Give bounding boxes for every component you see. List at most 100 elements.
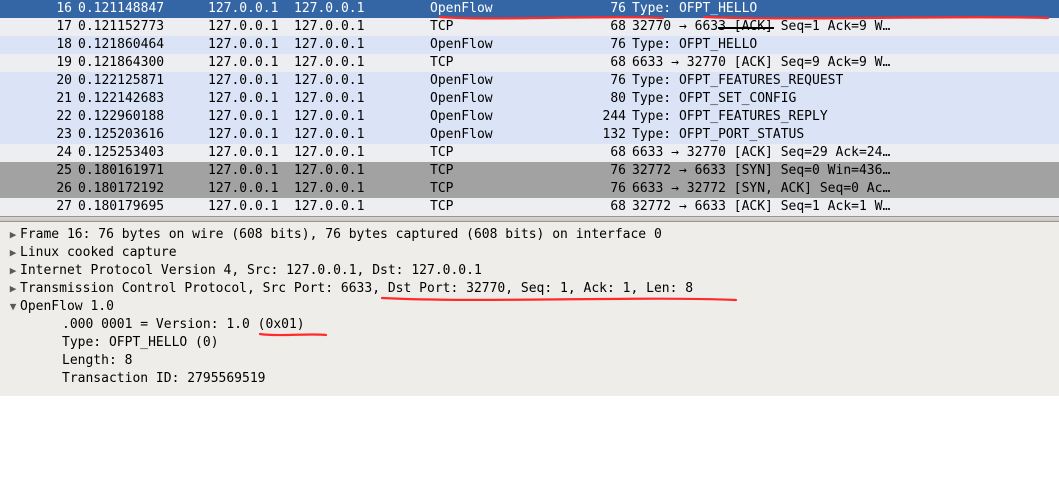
destination-cell: 127.0.0.1 [294,162,394,180]
protocol-cell: TCP [394,54,574,72]
no-cell: 26 [18,180,72,198]
packet-row[interactable]: 250.180161971127.0.0.1127.0.0.1TCP763277… [0,162,1059,180]
no-cell: 18 [18,36,72,54]
packet-row[interactable]: 260.180172192127.0.0.1127.0.0.1TCP766633… [0,180,1059,198]
expand-icon[interactable]: ▶ [6,228,20,243]
no-cell: 25 [18,162,72,180]
openflow-version[interactable]: .000 0001 = Version: 1.0 (0x01) [6,316,1059,334]
packet-row[interactable]: 190.121864300127.0.0.1127.0.0.1TCP686633… [0,54,1059,72]
time-cell: 0.180172192 [72,180,194,198]
openflow-length[interactable]: Length: 8 [6,352,1059,370]
time-cell: 0.122142683 [72,90,194,108]
info-cell: Type: OFPT_FEATURES_REQUEST [626,72,1055,90]
destination-cell: 127.0.0.1 [294,54,394,72]
packet-row[interactable]: 210.122142683127.0.0.1127.0.0.1OpenFlow8… [0,90,1059,108]
protocol-cell: TCP [394,144,574,162]
info-cell: 6633 → 32770 [ACK] Seq=29 Ack=24… [626,144,1055,162]
time-cell: 0.122125871 [72,72,194,90]
destination-cell: 127.0.0.1 [294,36,394,54]
time-cell: 0.121860464 [72,36,194,54]
source-cell: 127.0.0.1 [194,36,294,54]
protocol-cell: OpenFlow [394,36,574,54]
length-cell: 80 [574,90,626,108]
destination-cell: 127.0.0.1 [294,108,394,126]
packet-row[interactable]: 270.180179695127.0.0.1127.0.0.1TCP683277… [0,198,1059,216]
source-cell: 127.0.0.1 [194,90,294,108]
protocol-cell: TCP [394,198,574,216]
destination-cell: 127.0.0.1 [294,90,394,108]
no-cell: 16 [18,0,72,18]
length-cell: 76 [574,36,626,54]
length-cell: 244 [574,108,626,126]
time-cell: 0.125253403 [72,144,194,162]
destination-cell: 127.0.0.1 [294,198,394,216]
length-cell: 76 [574,162,626,180]
time-cell: 0.125203616 [72,126,194,144]
time-cell: 0.121152773 [72,18,194,36]
protocol-cell: OpenFlow [394,90,574,108]
expand-icon[interactable]: ▶ [6,246,20,261]
no-cell: 23 [18,126,72,144]
protocol-cell: OpenFlow [394,126,574,144]
time-cell: 0.180161971 [72,162,194,180]
time-cell: 0.122960188 [72,108,194,126]
collapse-icon[interactable]: ▼ [6,300,20,315]
packet-row[interactable]: 220.122960188127.0.0.1127.0.0.1OpenFlow2… [0,108,1059,126]
frame-summary: Frame 16: 76 bytes on wire (608 bits), 7… [20,226,662,244]
source-cell: 127.0.0.1 [194,144,294,162]
expand-icon[interactable]: ▶ [6,264,20,279]
no-cell: 20 [18,72,72,90]
source-cell: 127.0.0.1 [194,198,294,216]
source-cell: 127.0.0.1 [194,162,294,180]
packet-row[interactable]: 240.125253403127.0.0.1127.0.0.1TCP686633… [0,144,1059,162]
info-cell: Type: OFPT_PORT_STATUS [626,126,1055,144]
packet-detail-pane[interactable]: ▶ Frame 16: 76 bytes on wire (608 bits),… [0,222,1059,396]
source-cell: 127.0.0.1 [194,180,294,198]
openflow-header: OpenFlow 1.0 [20,298,114,316]
protocol-cell: OpenFlow [394,108,574,126]
info-cell: Type: OFPT_HELLO [626,36,1055,54]
openflow-type[interactable]: Type: OFPT_HELLO (0) [6,334,1059,352]
packet-row[interactable]: 200.122125871127.0.0.1127.0.0.1OpenFlow7… [0,72,1059,90]
protocol-cell: TCP [394,162,574,180]
time-cell: 0.180179695 [72,198,194,216]
no-cell: 17 [18,18,72,36]
strikethrough-annotation [718,27,774,29]
detail-frame[interactable]: ▶ Frame 16: 76 bytes on wire (608 bits),… [6,226,1059,244]
no-cell: 21 [18,90,72,108]
length-cell: 68 [574,144,626,162]
source-cell: 127.0.0.1 [194,108,294,126]
expand-icon[interactable]: ▶ [6,282,20,297]
length-cell: 76 [574,180,626,198]
detail-linux-cooked[interactable]: ▶ Linux cooked capture [6,244,1059,262]
info-cell: 6633 → 32770 [ACK] Seq=9 Ack=9 W… [626,54,1055,72]
source-cell: 127.0.0.1 [194,54,294,72]
detail-ip[interactable]: ▶ Internet Protocol Version 4, Src: 127.… [6,262,1059,280]
destination-cell: 127.0.0.1 [294,126,394,144]
linux-cooked-summary: Linux cooked capture [20,244,177,262]
ip-summary: Internet Protocol Version 4, Src: 127.0.… [20,262,482,280]
destination-cell: 127.0.0.1 [294,18,394,36]
no-cell: 24 [18,144,72,162]
packet-row[interactable]: 230.125203616127.0.0.1127.0.0.1OpenFlow1… [0,126,1059,144]
length-cell: 76 [574,72,626,90]
no-cell: 27 [18,198,72,216]
length-cell: 132 [574,126,626,144]
info-cell: Type: OFPT_FEATURES_REPLY [626,108,1055,126]
destination-cell: 127.0.0.1 [294,72,394,90]
info-cell: 32772 → 6633 [SYN] Seq=0 Win=436… [626,162,1055,180]
length-cell: 68 [574,54,626,72]
info-cell: 6633 → 32772 [SYN, ACK] Seq=0 Ac… [626,180,1055,198]
info-cell: 32772 → 6633 [ACK] Seq=1 Ack=1 W… [626,198,1055,216]
info-cell: Type: OFPT_SET_CONFIG [626,90,1055,108]
openflow-transaction-id[interactable]: Transaction ID: 2795569519 [6,370,1059,388]
source-cell: 127.0.0.1 [194,126,294,144]
packet-row[interactable]: 180.121860464127.0.0.1127.0.0.1OpenFlow7… [0,36,1059,54]
no-cell: 22 [18,108,72,126]
source-cell: 127.0.0.1 [194,0,294,18]
source-cell: 127.0.0.1 [194,18,294,36]
packet-list-pane[interactable]: 160.121148847127.0.0.1127.0.0.1OpenFlow7… [0,0,1059,216]
time-cell: 0.121864300 [72,54,194,72]
protocol-cell: OpenFlow [394,72,574,90]
destination-cell: 127.0.0.1 [294,180,394,198]
